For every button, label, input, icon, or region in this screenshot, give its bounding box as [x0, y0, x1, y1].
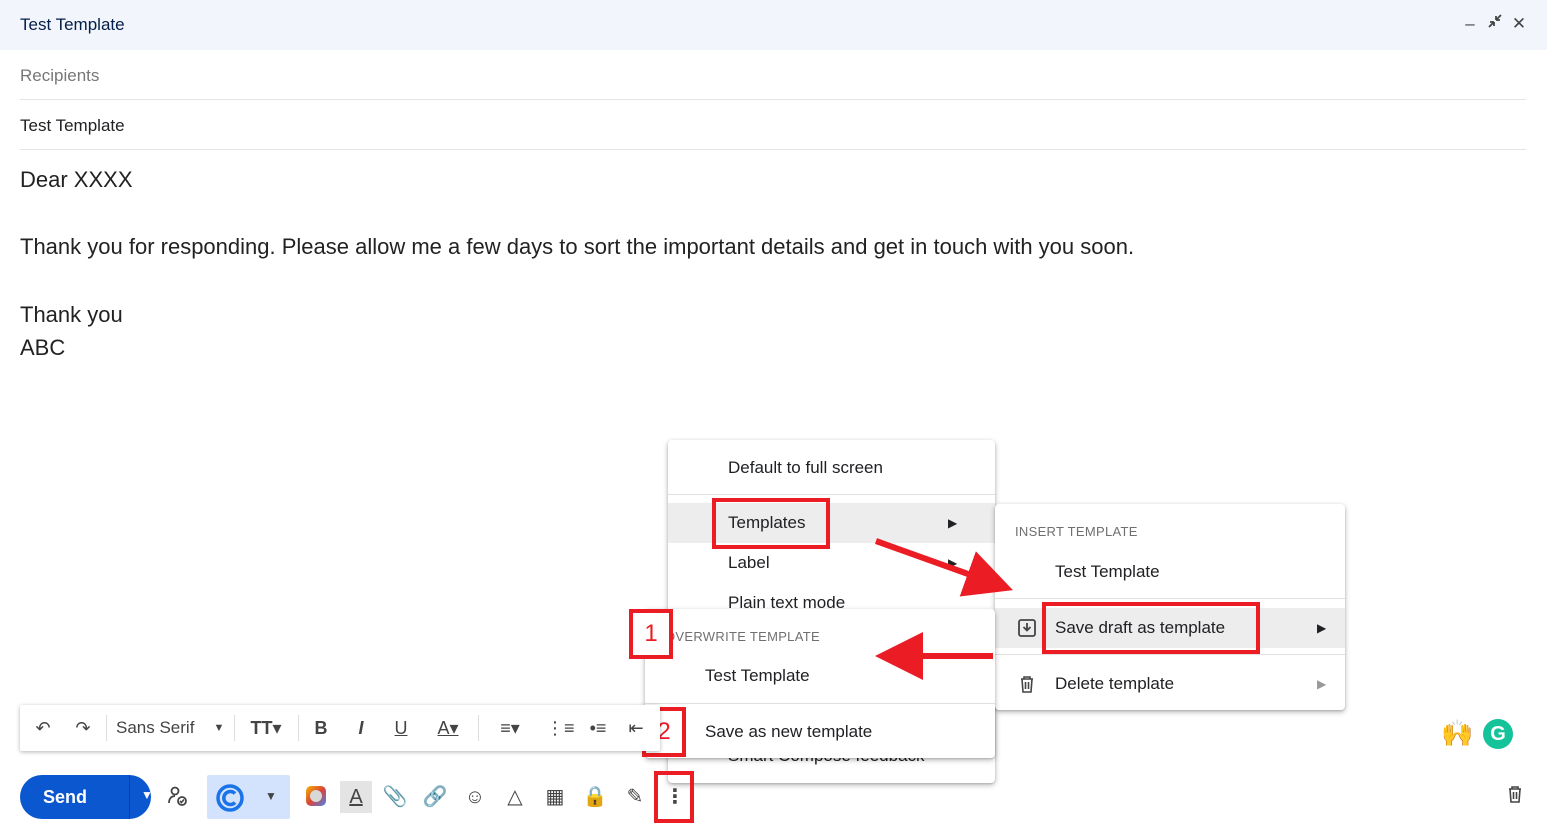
grammarly-icon[interactable]: G	[1483, 719, 1513, 749]
numbered-list-icon[interactable]: ⋮≡	[546, 716, 575, 740]
color-palette-icon[interactable]	[303, 784, 329, 810]
photo-icon[interactable]: ▦	[542, 784, 568, 810]
italic-icon[interactable]: I	[350, 716, 372, 740]
underline-icon[interactable]: U	[390, 716, 412, 740]
send-button[interactable]: Send ▼	[20, 775, 153, 819]
compose-window: Test Template – ✕ Recipients Test Templa…	[0, 0, 1547, 836]
formatting-toolbar: ↶ ↷ Sans Serif ▼ TT▾ B I U A▾ ≡▾ ⋮≡ •≡ ⇤	[20, 705, 660, 751]
more-options-icon[interactable]: ⋮	[662, 784, 688, 810]
chevron-down-icon[interactable]: ▼	[265, 789, 277, 803]
emoji-icon[interactable]: ☺	[462, 784, 488, 810]
chevron-down-icon[interactable]: ▼	[212, 716, 226, 740]
indent-icon[interactable]: ⇤	[624, 716, 648, 740]
signature-icon[interactable]: ✎	[622, 784, 648, 810]
link-icon[interactable]: 🔗	[422, 784, 448, 810]
confidential-icon[interactable]: 🔒	[582, 784, 608, 810]
redo-icon[interactable]: ↷	[72, 716, 94, 740]
formatting-icon[interactable]: A	[340, 781, 372, 813]
align-icon[interactable]: ≡▾	[490, 716, 530, 740]
drive-icon[interactable]: △	[502, 784, 528, 810]
font-select[interactable]: Sans Serif	[116, 716, 206, 740]
arrow-to-save-draft	[874, 538, 1013, 597]
schedule-send-icon[interactable]	[165, 784, 191, 810]
undo-icon[interactable]: ↶	[32, 716, 54, 740]
trash-icon[interactable]	[1502, 784, 1528, 810]
copilot-icon	[216, 784, 244, 817]
text-size-icon[interactable]: TT▾	[246, 716, 286, 740]
celebrate-emoji[interactable]: 🙌	[1441, 718, 1473, 749]
copilot-button[interactable]: ▼	[207, 775, 290, 819]
bold-icon[interactable]: B	[310, 716, 332, 740]
bulleted-list-icon[interactable]: •≡	[586, 716, 610, 740]
text-color-icon[interactable]: A▾	[428, 716, 468, 740]
send-options-icon[interactable]: ▼	[141, 788, 153, 802]
attach-icon[interactable]: 📎	[382, 784, 408, 810]
